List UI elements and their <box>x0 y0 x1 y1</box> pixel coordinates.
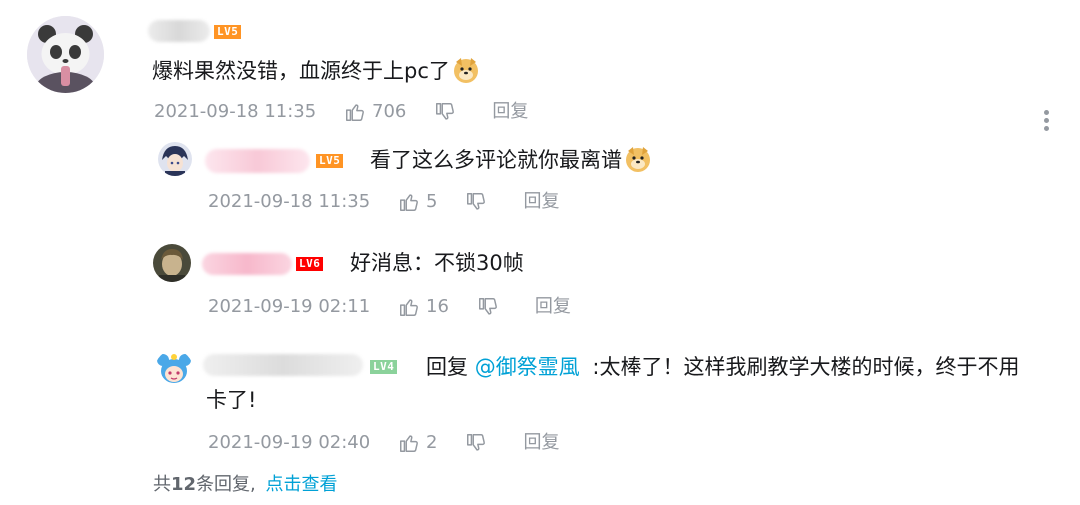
mention-link[interactable]: @御祭霊風 <box>475 355 580 379</box>
thumbs-down-icon <box>478 298 497 315</box>
reply-text: 看了这么多评论就你最离谱 <box>370 145 652 181</box>
like-button[interactable]: 706 <box>344 100 406 124</box>
level-badge: LV4 <box>370 360 398 374</box>
character-avatar-image <box>153 244 191 282</box>
like-button[interactable]: 5 <box>398 190 437 214</box>
more-vertical-icon[interactable] <box>1044 110 1050 134</box>
reply-count-footer: 共12条回复, 点击查看 <box>153 472 338 498</box>
like-button[interactable]: 2 <box>398 431 437 455</box>
level-badge: LV6 <box>296 257 324 271</box>
thumbs-up-icon <box>400 435 418 452</box>
thumbs-up-icon <box>346 104 364 121</box>
thumbs-down-icon <box>467 193 486 210</box>
anime-avatar-image <box>158 142 192 176</box>
reply-date: 2021-09-19 02:11 <box>208 296 371 317</box>
doge-emoji <box>624 145 652 181</box>
username-blurred[interactable] <box>202 253 292 275</box>
reply-date: 2021-09-19 02:40 <box>208 432 371 453</box>
dislike-button[interactable] <box>465 432 487 454</box>
like-button[interactable]: 16 <box>398 295 449 319</box>
dislike-button[interactable] <box>477 296 499 318</box>
reply-meta: 2021-09-19 02:40 2 回复 <box>208 431 559 455</box>
username-blurred[interactable] <box>205 149 310 173</box>
reply-button[interactable]: 回复 <box>523 431 559 455</box>
reply-count-suffix: 条回复, <box>196 474 256 495</box>
comment-text: 爆料果然没错，血源终于上pc了 <box>152 56 480 92</box>
reply-avatar[interactable] <box>153 244 191 282</box>
comment-date: 2021-09-18 11:35 <box>154 101 317 122</box>
like-count: 5 <box>426 191 438 212</box>
reply-count-number: 12 <box>171 474 197 495</box>
like-count: 2 <box>426 432 438 453</box>
username-blurred[interactable] <box>203 354 363 376</box>
avatar[interactable] <box>27 16 104 93</box>
reply-body: :太棒了！这样我刷教学大楼的时候，终于不用 <box>592 355 1020 379</box>
like-count: 16 <box>426 296 449 317</box>
reply-count-prefix: 共 <box>153 474 171 495</box>
reply-meta: 2021-09-18 11:35 5 回复 <box>208 190 559 214</box>
thumbs-down-icon <box>467 434 486 451</box>
thumbs-up-icon <box>400 299 418 316</box>
dislike-button[interactable] <box>465 191 487 213</box>
thumbs-up-icon <box>400 194 418 211</box>
reply-button[interactable]: 回复 <box>523 190 559 214</box>
username-blurred[interactable] <box>148 20 210 42</box>
reply-text-line2: 卡了! <box>206 388 257 412</box>
comment-body: 爆料果然没错，血源终于上pc了 <box>152 59 450 83</box>
level-badge: LV5 <box>214 25 242 39</box>
reply-body: 看了这么多评论就你最离谱 <box>370 148 622 172</box>
reply-meta: 2021-09-19 02:11 16 回复 <box>208 295 571 319</box>
reply-text-line1: 回复 @御祭霊風 :太棒了！这样我刷教学大楼的时候，终于不用 <box>426 352 1019 382</box>
reply-body: 好消息：不锁30帧 <box>350 251 524 275</box>
reply-button[interactable]: 回复 <box>492 100 528 124</box>
reply-date: 2021-09-18 11:35 <box>208 191 371 212</box>
level-badge: LV5 <box>316 154 344 168</box>
reply-button[interactable]: 回复 <box>535 295 571 319</box>
thumbs-down-icon <box>436 103 455 120</box>
panda-avatar-image <box>27 16 104 93</box>
reply-avatar[interactable] <box>158 142 192 176</box>
comment-meta: 2021-09-18 11:35 706 回复 <box>154 100 528 124</box>
doge-emoji <box>452 56 480 92</box>
reply-prefix: 回复 <box>426 355 468 379</box>
like-count: 706 <box>372 101 407 122</box>
mascot-avatar-image <box>155 350 193 388</box>
dislike-button[interactable] <box>434 101 456 123</box>
reply-avatar[interactable] <box>155 350 193 388</box>
view-replies-link[interactable]: 点击查看 <box>266 474 338 495</box>
